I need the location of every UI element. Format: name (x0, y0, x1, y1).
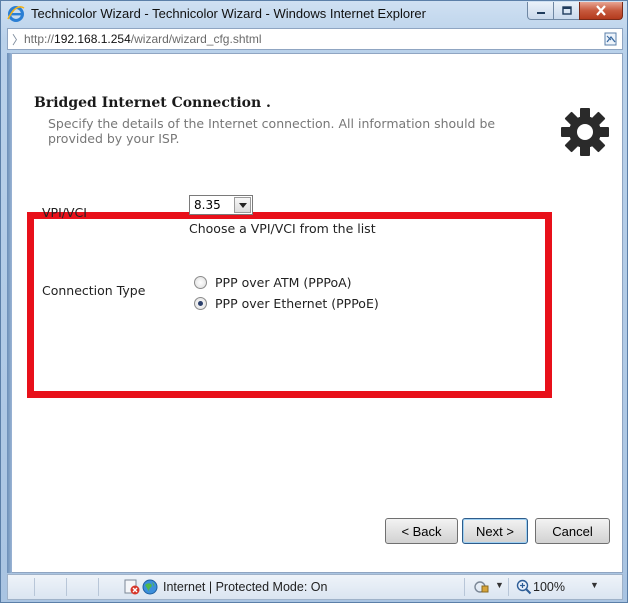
gear-icon (561, 108, 609, 156)
compatibility-view-icon[interactable] (603, 31, 619, 47)
blocked-page-icon[interactable] (124, 579, 140, 595)
browser-window: Technicolor Wizard - Technicolor Wizard … (0, 0, 628, 603)
vpi-vci-hint: Choose a VPI/VCI from the list (189, 221, 376, 236)
address-path: /wizard/wizard_cfg.shtml (130, 32, 262, 46)
status-divider (464, 578, 465, 596)
radio-button-pppoe[interactable] (194, 297, 207, 310)
cancel-button[interactable]: Cancel (535, 518, 610, 544)
chevron-down-icon (238, 202, 247, 208)
address-host: 192.168.1.254 (54, 32, 131, 46)
maximize-icon (561, 6, 572, 15)
status-divider (508, 578, 509, 596)
zoom-icon[interactable] (516, 579, 532, 595)
chevron-down-icon[interactable]: ▼ (495, 580, 504, 590)
maximize-button[interactable] (553, 2, 580, 20)
radio-label-pppoa: PPP over ATM (PPPoA) (215, 275, 352, 290)
globe-icon (142, 579, 158, 595)
dropdown-button[interactable] (234, 197, 251, 213)
status-divider (34, 578, 35, 596)
protected-mode-icon[interactable] (474, 579, 490, 595)
security-zone-text[interactable]: Internet | Protected Mode: On (163, 580, 327, 594)
status-bar: Internet | Protected Mode: On ▼ 100% ▼ (7, 574, 623, 600)
chevron-right-icon: 〉 (12, 33, 25, 47)
radio-label-pppoe: PPP over Ethernet (PPPoE) (215, 296, 379, 311)
status-divider (98, 578, 99, 596)
status-divider (66, 578, 67, 596)
radio-pppoe[interactable]: PPP over Ethernet (PPPoE) (194, 296, 379, 311)
vpi-vci-label: VPI/VCI (42, 205, 87, 220)
address-prefix: http:// (24, 32, 55, 46)
minimize-icon (536, 11, 545, 14)
left-edge-strip (7, 53, 12, 573)
connection-type-label: Connection Type (42, 283, 146, 298)
internet-explorer-icon (7, 6, 25, 22)
back-button[interactable]: < Back (385, 518, 458, 544)
close-icon (596, 5, 606, 16)
chevron-down-icon[interactable]: ▼ (590, 580, 599, 590)
minimize-button[interactable] (527, 2, 554, 20)
window-title: Technicolor Wizard - Technicolor Wizard … (31, 6, 426, 21)
zoom-level[interactable]: 100% (533, 580, 565, 594)
page-title: Bridged Internet Connection . (34, 95, 271, 111)
vpi-vci-value: 8.35 (194, 198, 221, 212)
next-button[interactable]: Next > (462, 518, 528, 544)
radio-button-pppoa[interactable] (194, 276, 207, 289)
close-button[interactable] (579, 2, 623, 20)
page-description: Specify the details of the Internet conn… (48, 116, 496, 146)
address-url[interactable]: http://192.168.1.254/wizard/wizard_cfg.s… (24, 32, 262, 46)
address-bar[interactable]: 〉 http://192.168.1.254/wizard/wizard_cfg… (7, 28, 623, 50)
title-bar: Technicolor Wizard - Technicolor Wizard … (1, 1, 628, 27)
radio-pppoa[interactable]: PPP over ATM (PPPoA) (194, 275, 352, 290)
vpi-vci-select[interactable]: 8.35 (189, 195, 253, 215)
page-content: Bridged Internet Connection . Specify th… (7, 53, 623, 573)
